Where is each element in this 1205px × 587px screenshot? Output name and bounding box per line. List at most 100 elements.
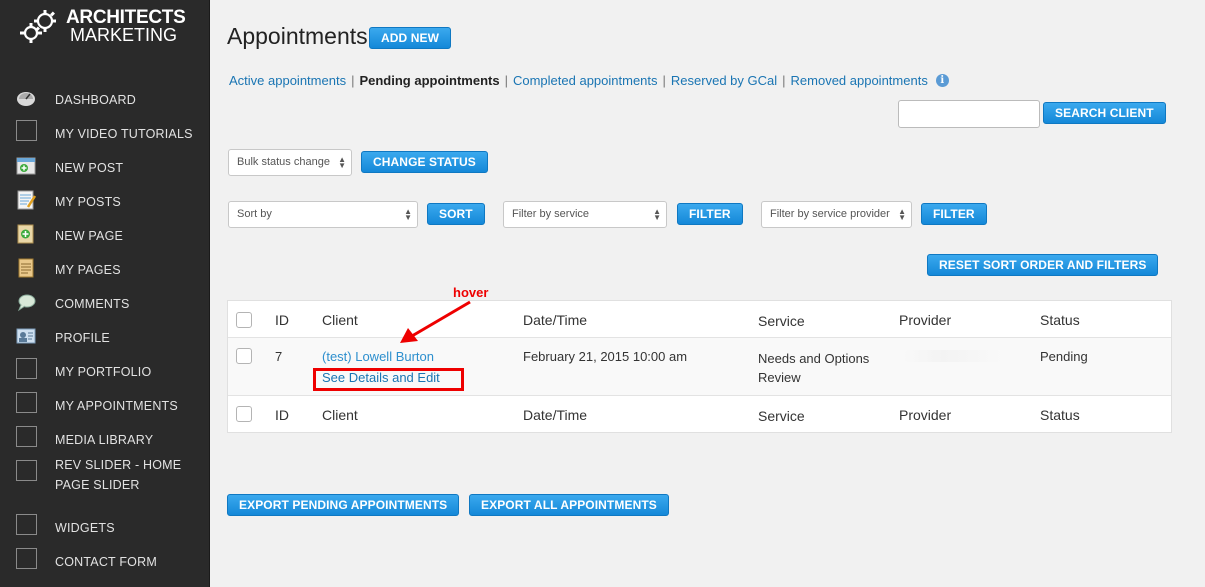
- sidebar-item-my-portfolio[interactable]: MY PORTFOLIO: [0, 352, 210, 386]
- dashboard-icon: [17, 92, 35, 106]
- search-client-button[interactable]: SEARCH CLIENT: [1043, 102, 1166, 124]
- select-arrows-icon: ▲ ▼: [898, 207, 906, 222]
- select-arrows-icon: ▲ ▼: [404, 207, 412, 222]
- blank-icon: [16, 358, 37, 379]
- gears-icon: [20, 10, 56, 43]
- sidebar-item-label: MY APPOINTMENTS: [55, 399, 178, 413]
- sidebar-item-profile[interactable]: PROFILE: [0, 318, 210, 352]
- sort-button[interactable]: SORT: [427, 203, 485, 225]
- filter-service-button[interactable]: FILTER: [677, 203, 743, 225]
- column-header-datetime[interactable]: Date/Time: [523, 312, 587, 328]
- column-header-status[interactable]: Status: [1040, 312, 1080, 328]
- blank-icon: [16, 460, 37, 481]
- sidebar-item-my-pages[interactable]: MY PAGES: [0, 250, 210, 284]
- table-footer-row: ID Client Date/Time Service Provider Sta…: [228, 396, 1171, 432]
- row-status: Pending: [1040, 349, 1088, 364]
- column-footer-id[interactable]: ID: [275, 407, 289, 423]
- select-value: Bulk status change: [237, 156, 330, 168]
- sidebar-item-new-post[interactable]: NEW POST: [0, 148, 210, 182]
- sidebar-item-label: WIDGETS: [55, 521, 115, 535]
- new-page-icon: [17, 224, 34, 244]
- sidebar-item-label: MEDIA LIBRARY: [55, 433, 154, 447]
- add-new-button[interactable]: ADD NEW: [369, 27, 452, 49]
- blank-icon: [16, 120, 37, 141]
- search-client-input[interactable]: [898, 100, 1040, 128]
- pages-icon: [18, 258, 34, 278]
- sidebar-item-label: MY VIDEO TUTORIALS: [55, 127, 193, 141]
- appointments-table: ID Client Date/Time Service Provider Sta…: [227, 300, 1172, 433]
- sidebar-item-contact-form[interactable]: CONTACT FORM: [0, 542, 210, 576]
- column-header-id[interactable]: ID: [275, 312, 289, 328]
- brand-logo[interactable]: ARCHITECTS MARKETING: [18, 7, 198, 47]
- change-status-button[interactable]: CHANGE STATUS: [361, 151, 488, 173]
- main-content: Appointments ADD NEW Active appointments…: [210, 0, 1205, 587]
- posts-icon: [17, 190, 36, 210]
- tab-completed-appointments[interactable]: Completed appointments: [513, 73, 658, 88]
- select-all-checkbox[interactable]: [236, 312, 252, 328]
- filter-provider-button[interactable]: FILTER: [921, 203, 987, 225]
- select-value: Filter by service: [512, 208, 590, 220]
- sidebar-item-label: PROFILE: [55, 331, 110, 345]
- blank-icon: [16, 426, 37, 447]
- redacted-provider: [903, 350, 1003, 362]
- sidebar-item-video-tutorials[interactable]: MY VIDEO TUTORIALS: [0, 114, 210, 148]
- row-service: Needs and Options Review: [758, 351, 870, 385]
- sidebar-item-widgets[interactable]: WIDGETS: [0, 508, 210, 542]
- sidebar-menu: DASHBOARD MY VIDEO TUTORIALS NEW POST MY…: [0, 80, 210, 576]
- tab-removed-appointments[interactable]: Removed appointments: [791, 73, 928, 88]
- filter-service-select[interactable]: Filter by service ▲ ▼: [503, 201, 667, 228]
- column-footer-service[interactable]: Service: [758, 407, 888, 426]
- export-all-button[interactable]: EXPORT ALL APPOINTMENTS: [469, 494, 669, 516]
- blank-icon: [16, 514, 37, 535]
- reset-sort-filters-button[interactable]: RESET SORT ORDER AND FILTERS: [927, 254, 1159, 276]
- sidebar-item-label: DASHBOARD: [55, 93, 136, 107]
- sidebar-item-label: MY PAGES: [55, 263, 121, 277]
- sidebar-item-label: NEW PAGE: [55, 229, 124, 243]
- sidebar: ARCHITECTS MARKETING DASHBOARD MY VIDEO …: [0, 0, 210, 587]
- new-post-icon: [16, 157, 36, 175]
- table-header-row: ID Client Date/Time Service Provider Sta…: [228, 301, 1171, 338]
- annotation-highlight-box: [313, 368, 464, 391]
- column-header-provider[interactable]: Provider: [899, 312, 951, 328]
- sidebar-item-label: CONTACT FORM: [55, 555, 157, 569]
- sidebar-item-new-page[interactable]: NEW PAGE: [0, 216, 210, 250]
- appointment-tabs: Active appointments | Pending appointments…: [229, 73, 949, 88]
- select-all-checkbox-footer[interactable]: [236, 406, 252, 422]
- sidebar-item-label: COMMENTS: [55, 297, 130, 311]
- tab-reserved-by-gcal[interactable]: Reserved by GCal: [671, 73, 777, 88]
- export-pending-button[interactable]: EXPORT PENDING APPOINTMENTS: [227, 494, 460, 516]
- sort-by-select[interactable]: Sort by ▲ ▼: [228, 201, 418, 228]
- sidebar-item-my-appointments[interactable]: MY APPOINTMENTS: [0, 386, 210, 420]
- profile-icon: [16, 328, 36, 344]
- sidebar-item-comments[interactable]: COMMENTS: [0, 284, 210, 318]
- page-title: Appointments: [227, 23, 368, 49]
- table-row: 7 (test) Lowell Burton See Details and E…: [228, 338, 1171, 396]
- sidebar-item-dashboard[interactable]: DASHBOARD: [0, 80, 210, 114]
- filter-provider-select[interactable]: Filter by service provider ▲ ▼: [761, 201, 912, 228]
- sidebar-item-label: MY PORTFOLIO: [55, 365, 152, 379]
- row-datetime: February 21, 2015 10:00 am: [523, 349, 688, 364]
- column-footer-datetime[interactable]: Date/Time: [523, 407, 587, 423]
- sidebar-item-rev-slider[interactable]: REV SLIDER - HOME PAGE SLIDER: [0, 454, 210, 508]
- sidebar-item-label: MY POSTS: [55, 195, 121, 209]
- blank-icon: [16, 392, 37, 413]
- brand-name-line2: MARKETING: [70, 25, 178, 45]
- row-checkbox[interactable]: [236, 348, 252, 364]
- row-id: 7: [275, 349, 283, 364]
- tab-active-appointments[interactable]: Active appointments: [229, 73, 346, 88]
- select-arrows-icon: ▲ ▼: [338, 155, 346, 170]
- column-header-service[interactable]: Service: [758, 312, 888, 331]
- info-icon[interactable]: i: [935, 74, 949, 87]
- sidebar-item-label: NEW POST: [55, 161, 124, 175]
- sidebar-item-media-library[interactable]: MEDIA LIBRARY: [0, 420, 210, 454]
- column-footer-status[interactable]: Status: [1040, 407, 1080, 423]
- select-value: Filter by service provider: [770, 208, 890, 220]
- annotation-arrow-icon: [400, 300, 471, 343]
- column-header-client[interactable]: Client: [322, 312, 358, 328]
- bulk-status-select[interactable]: Bulk status change ▲ ▼: [228, 149, 352, 176]
- sidebar-item-label: REV SLIDER - HOME PAGE SLIDER: [55, 458, 182, 492]
- tab-pending-appointments[interactable]: Pending appointments: [359, 73, 499, 88]
- column-footer-client[interactable]: Client: [322, 407, 358, 423]
- sidebar-item-my-posts[interactable]: MY POSTS: [0, 182, 210, 216]
- column-footer-provider[interactable]: Provider: [899, 407, 951, 423]
